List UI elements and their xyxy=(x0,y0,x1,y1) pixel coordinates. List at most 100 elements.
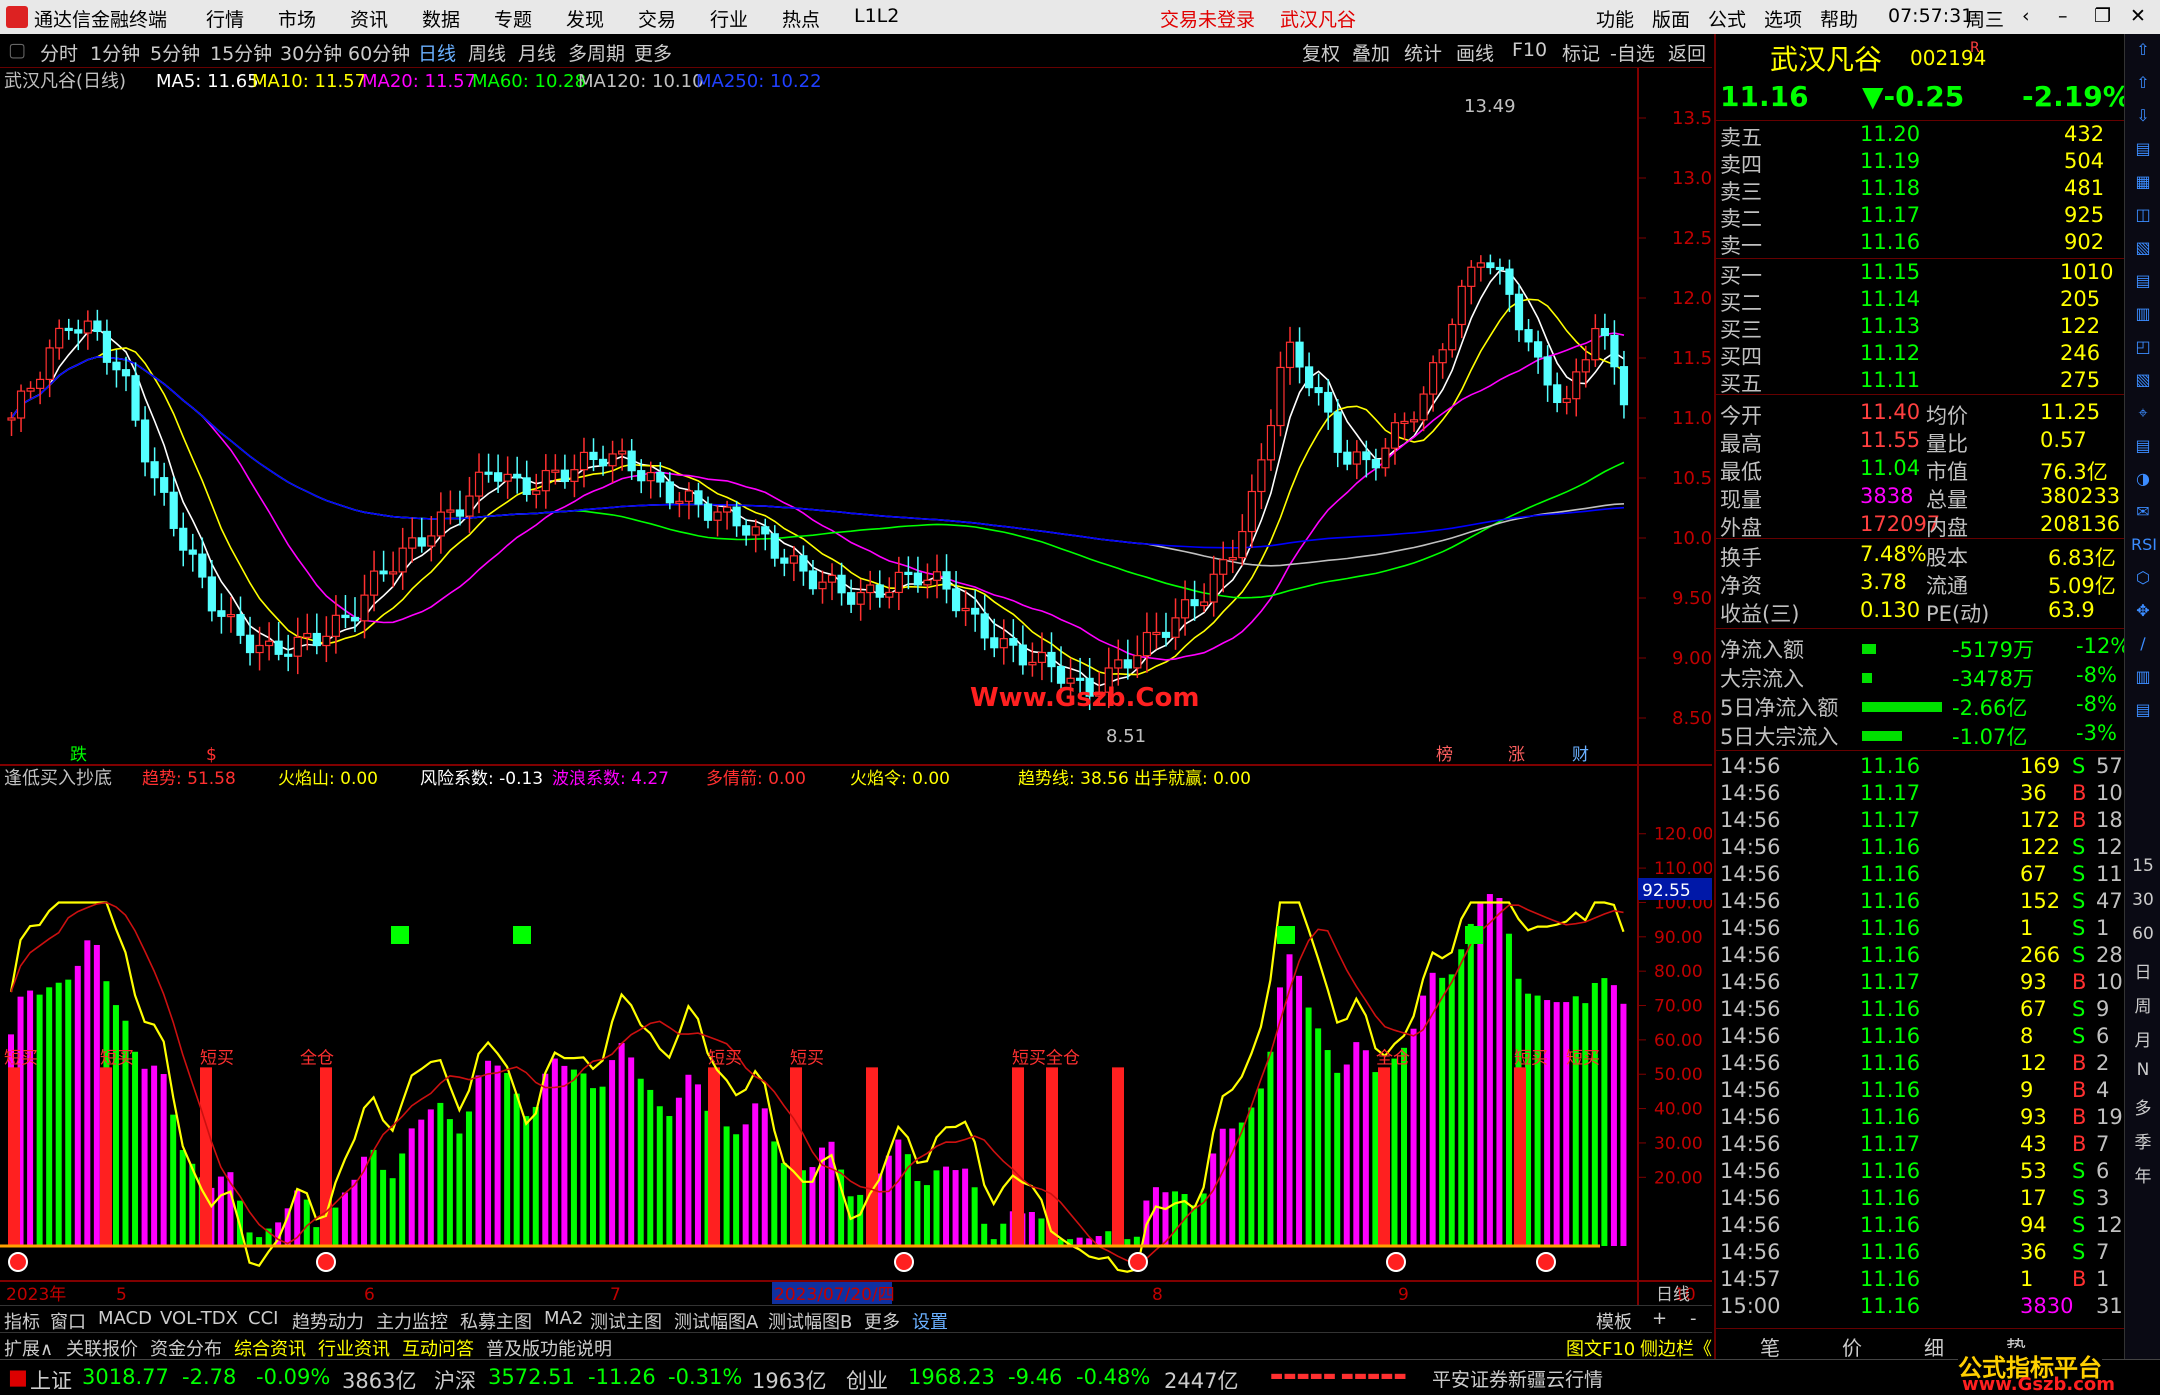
tool-button[interactable]: 统计 xyxy=(1404,39,1442,66)
tool-icon[interactable]: ▤ xyxy=(2131,436,2155,460)
period-tab[interactable]: 月线 xyxy=(518,39,556,66)
period-tab-active[interactable]: 日线 xyxy=(418,39,456,66)
tab[interactable]: 笔 xyxy=(1760,1332,1780,1361)
stat-row[interactable]: 现量 3838 总量 380233 xyxy=(1720,484,2122,512)
bid-row[interactable]: 买三 11.13 122 xyxy=(1720,314,2122,342)
period-tab[interactable]: 5分钟 xyxy=(150,39,200,66)
menu-item[interactable]: 公式 xyxy=(1708,5,1746,32)
stat-row[interactable]: 换手 7.48% 股本 6.83亿 xyxy=(1720,542,2122,570)
menu-item[interactable]: 热点 xyxy=(782,5,820,32)
menu-item[interactable]: 交易 xyxy=(638,5,676,32)
index-name[interactable]: 上证 xyxy=(30,1365,72,1395)
tool-button[interactable]: 复权 xyxy=(1302,39,1340,66)
ask-row[interactable]: 卖二 11.17 925 xyxy=(1720,203,2122,231)
stat-row[interactable]: 最低 11.04 市值 76.3亿 xyxy=(1720,456,2122,484)
period-tab[interactable]: 15分钟 xyxy=(210,39,272,66)
tab[interactable]: CCI xyxy=(248,1308,278,1329)
period-shortcut[interactable]: 15 xyxy=(2129,856,2157,876)
menu-item[interactable]: 行业 xyxy=(710,5,748,32)
menu-item[interactable]: 数据 xyxy=(422,5,460,32)
tool-icon[interactable]: RSI xyxy=(2131,535,2157,559)
tool-icon[interactable]: ▥ xyxy=(2131,304,2155,328)
tool-button[interactable]: 叠加 xyxy=(1352,39,1390,66)
ask-row[interactable]: 卖五 11.20 432 xyxy=(1720,122,2122,150)
back-icon[interactable]: ‹ xyxy=(2022,5,2030,27)
tab[interactable]: 指标 xyxy=(4,1308,40,1334)
tool-icon[interactable]: ▧ xyxy=(2131,238,2155,262)
menu-item[interactable]: 专题 xyxy=(494,5,532,32)
stat-row[interactable]: 最高 11.55 量比 0.57 xyxy=(1720,428,2122,456)
tab[interactable]: 价 xyxy=(1842,1332,1862,1361)
tool-button[interactable]: -自选 xyxy=(1610,39,1655,66)
close-icon[interactable]: ✕ xyxy=(2130,5,2146,27)
stat-row[interactable]: 外盘 172097 内盘 208136 xyxy=(1720,512,2122,540)
tab[interactable]: 关联报价 xyxy=(66,1335,138,1361)
tool-icon[interactable]: ⇧ xyxy=(2131,40,2155,64)
tab[interactable]: MACD xyxy=(98,1308,152,1329)
bid-row[interactable]: 买一 11.15 1010 xyxy=(1720,260,2122,288)
menu-item[interactable]: 行情 xyxy=(206,5,244,32)
tool-icon[interactable]: ∕ xyxy=(2131,634,2155,658)
tab[interactable]: 行业资讯 xyxy=(318,1335,390,1361)
tab[interactable]: 测试幅图A xyxy=(674,1308,758,1334)
period-tab[interactable]: 多周期 xyxy=(568,39,625,66)
tab[interactable]: 综合资讯 xyxy=(234,1335,306,1361)
tool-icon[interactable]: ◰ xyxy=(2131,337,2155,361)
tool-icon[interactable]: ◫ xyxy=(2131,205,2155,229)
tab[interactable]: 细 xyxy=(1924,1332,1944,1361)
period-shortcut[interactable]: N xyxy=(2129,1060,2157,1080)
tab[interactable]: 主力监控 xyxy=(376,1308,448,1334)
flow-row[interactable]: 5日大宗流入 -1.07亿 -3% xyxy=(1720,721,2122,749)
period-tab[interactable]: 60分钟 xyxy=(348,39,410,66)
period-shortcut[interactable]: 月 xyxy=(2129,1026,2157,1051)
tab[interactable]: 窗口 xyxy=(50,1308,86,1334)
menu-item[interactable]: 发现 xyxy=(566,5,604,32)
index-name[interactable]: 沪深 xyxy=(434,1365,476,1395)
menu-item[interactable]: 选项 xyxy=(1764,5,1802,32)
menu-item[interactable]: L1L2 xyxy=(854,5,899,27)
tool-button[interactable]: 画线 xyxy=(1456,39,1494,66)
tool-icon[interactable]: ⇧ xyxy=(2131,73,2155,97)
period-shortcut[interactable]: 周 xyxy=(2129,992,2157,1017)
tab[interactable]: 更多 xyxy=(864,1308,900,1334)
tab[interactable]: MA2 xyxy=(544,1308,583,1329)
bid-row[interactable]: 买二 11.14 205 xyxy=(1720,287,2122,315)
tab[interactable]: 私募主图 xyxy=(460,1308,532,1334)
period-tab[interactable]: 30分钟 xyxy=(280,39,342,66)
tool-icon[interactable]: ✉ xyxy=(2131,502,2155,526)
period-tab[interactable]: 1分钟 xyxy=(90,39,140,66)
tool-icon[interactable]: ⇩ xyxy=(2131,106,2155,130)
menu-item[interactable]: 版面 xyxy=(1652,5,1690,32)
ask-row[interactable]: 卖三 11.18 481 xyxy=(1720,176,2122,204)
tool-icon[interactable]: ▤ xyxy=(2131,139,2155,163)
indicator-name[interactable]: 逢低买入抄底 xyxy=(4,768,112,789)
tab[interactable]: 普及版功能说明 xyxy=(486,1335,612,1361)
period-tab[interactable]: 周线 xyxy=(468,39,506,66)
tool-icon[interactable]: ▤ xyxy=(2131,700,2155,724)
tab[interactable]: 图文F10 xyxy=(1566,1335,1635,1361)
menu-item[interactable]: 帮助 xyxy=(1820,5,1858,32)
period-shortcut[interactable]: 60 xyxy=(2129,924,2157,944)
tool-icon[interactable]: ⬡ xyxy=(2131,568,2155,592)
index-name[interactable]: 创业 xyxy=(846,1365,888,1395)
menu-item[interactable]: 功能 xyxy=(1596,5,1634,32)
menu-item[interactable]: 市场 xyxy=(278,5,316,32)
stat-row[interactable]: 净资 3.78 流通 5.09亿 xyxy=(1720,570,2122,598)
tab[interactable]: VOL-TDX xyxy=(160,1308,238,1329)
kline-chart[interactable]: 13.50 13.00 12.50 12.00 11.50 11.00 10.50 10.00… xyxy=(0,68,1712,1305)
period-shortcut[interactable]: 多 xyxy=(2129,1094,2157,1119)
bid-row[interactable]: 买四 11.12 246 xyxy=(1720,341,2122,369)
more-dropdown[interactable]: 更多 xyxy=(634,39,672,66)
tool-button[interactable]: F10 xyxy=(1512,39,1547,61)
tab[interactable]: 模板 xyxy=(1596,1308,1632,1334)
ask-row[interactable]: 卖一 11.16 902 xyxy=(1720,230,2122,258)
tab[interactable]: 互动问答 xyxy=(402,1335,474,1361)
ask-row[interactable]: 卖四 11.19 504 xyxy=(1720,149,2122,177)
stat-row[interactable]: 今开 11.40 均价 11.25 xyxy=(1720,400,2122,428)
flow-row[interactable]: 大宗流入 -3478万 -8% xyxy=(1720,663,2122,691)
tool-icon[interactable]: ▥ xyxy=(2131,667,2155,691)
tab[interactable]: 侧边栏《 xyxy=(1640,1335,1712,1361)
tool-button[interactable]: 标记 xyxy=(1562,39,1600,66)
tab[interactable]: 设置 xyxy=(912,1308,948,1334)
remove-icon[interactable]: - xyxy=(1690,1308,1697,1329)
